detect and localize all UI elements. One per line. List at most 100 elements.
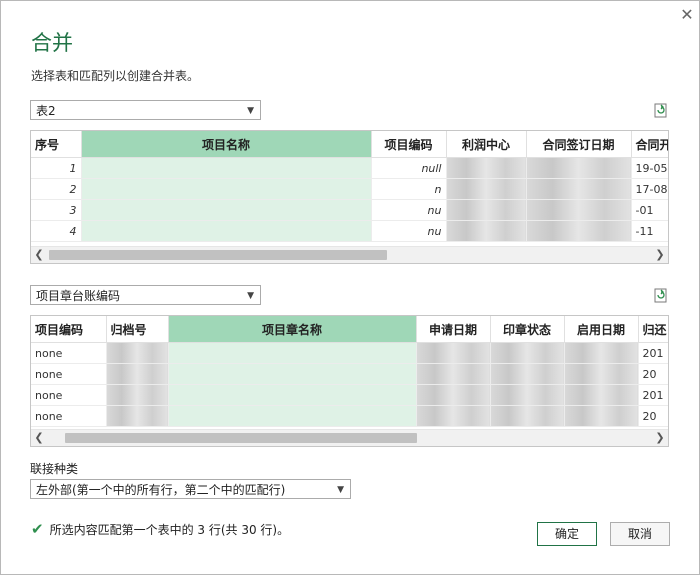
cell: 3	[31, 199, 82, 221]
blurred-cell	[106, 384, 169, 406]
column-header-selected[interactable]: 项目名称	[81, 131, 372, 158]
cell: 4	[31, 220, 82, 242]
blurred-cell	[81, 220, 372, 242]
match-status-text: 所选内容匹配第一个表中的 3 行(共 30 行)。	[49, 523, 290, 537]
column-header[interactable]: 合同签订日期	[526, 131, 632, 158]
join-kind-select[interactable]: 左外部(第一个中的所有行，第二个中的匹配行) ▼	[30, 479, 351, 499]
table1-select[interactable]: 表2 ▼	[30, 100, 261, 120]
blurred-cell	[564, 342, 639, 364]
column-header[interactable]: 申请日期	[416, 316, 491, 343]
table1-preview-grid[interactable]: 序号 项目名称 项目编码 利润中心 合同签订日期 合同开 1 null 19-0…	[30, 130, 669, 264]
blurred-cell	[168, 363, 417, 385]
dialog-subtitle: 选择表和匹配列以创建合并表。	[31, 69, 200, 83]
scroll-thumb[interactable]	[49, 250, 387, 260]
refresh-preview-icon[interactable]	[653, 286, 669, 304]
table-row[interactable]: none 201	[31, 384, 668, 406]
cell: none	[31, 384, 107, 406]
blurred-cell	[106, 405, 169, 427]
table-row[interactable]: 2 n 17-08	[31, 178, 668, 200]
cell: none	[31, 363, 107, 385]
cell: -01	[631, 199, 668, 221]
horizontal-scrollbar[interactable]: ❮ ❯	[31, 429, 668, 446]
blurred-cell	[526, 157, 632, 179]
column-header[interactable]: 项目编码	[371, 131, 447, 158]
column-header-selected[interactable]: 项目章名称	[168, 316, 417, 343]
table2-select-value: 项目章台账编码	[36, 289, 121, 303]
column-header[interactable]: 印章状态	[490, 316, 565, 343]
scroll-right-icon[interactable]: ❯	[652, 430, 668, 446]
column-header[interactable]: 归档号	[106, 316, 169, 343]
blurred-cell	[416, 342, 491, 364]
cell: nu	[371, 220, 447, 242]
table-row[interactable]: none 20	[31, 363, 668, 385]
refresh-preview-icon[interactable]	[653, 101, 669, 119]
chevron-down-icon: ▼	[337, 485, 344, 495]
cell: none	[31, 405, 107, 427]
cell: 20	[638, 405, 668, 427]
table-row[interactable]: none 201	[31, 342, 668, 364]
blurred-cell	[526, 178, 632, 200]
scroll-left-icon[interactable]: ❮	[31, 247, 47, 263]
table-row[interactable]: 1 null 19-05	[31, 157, 668, 179]
blurred-cell	[416, 384, 491, 406]
chevron-down-icon: ▼	[247, 291, 254, 301]
blurred-cell	[81, 157, 372, 179]
scroll-right-icon[interactable]: ❯	[652, 247, 668, 263]
column-header[interactable]: 启用日期	[564, 316, 639, 343]
horizontal-scrollbar[interactable]: ❮ ❯	[31, 246, 668, 263]
blurred-cell	[490, 384, 565, 406]
cell: 2	[31, 178, 82, 200]
blurred-cell	[490, 342, 565, 364]
blurred-cell	[526, 220, 632, 242]
table2-select[interactable]: 项目章台账编码 ▼	[30, 285, 261, 305]
blurred-cell	[446, 157, 527, 179]
blurred-cell	[446, 220, 527, 242]
cancel-button[interactable]: 取消	[610, 522, 670, 546]
checkmark-icon: ✔	[31, 520, 44, 538]
blurred-cell	[416, 363, 491, 385]
cell: null	[371, 157, 447, 179]
scroll-left-icon[interactable]: ❮	[31, 430, 47, 446]
join-kind-value: 左外部(第一个中的所有行，第二个中的匹配行)	[36, 483, 286, 497]
join-kind-label: 联接种类	[30, 462, 79, 476]
cell: nu	[371, 199, 447, 221]
blurred-cell	[564, 405, 639, 427]
table-row[interactable]: 3 nu -01	[31, 199, 668, 221]
blurred-cell	[446, 178, 527, 200]
close-icon[interactable]: ✕	[677, 5, 697, 25]
cell: n	[371, 178, 447, 200]
cell: 20	[638, 363, 668, 385]
blurred-cell	[490, 363, 565, 385]
blurred-cell	[526, 199, 632, 221]
table2-header-row: 项目编码 归档号 项目章名称 申请日期 印章状态 启用日期 归还	[31, 316, 668, 343]
blurred-cell	[490, 405, 565, 427]
column-header[interactable]: 合同开	[631, 131, 668, 158]
cell: 201	[638, 384, 668, 406]
blurred-cell	[81, 178, 372, 200]
cell: 201	[638, 342, 668, 364]
blurred-cell	[106, 342, 169, 364]
scroll-thumb[interactable]	[65, 433, 417, 443]
cell: none	[31, 342, 107, 364]
ok-button[interactable]: 确定	[537, 522, 597, 546]
column-header[interactable]: 归还	[638, 316, 668, 343]
cell: -11	[631, 220, 668, 242]
column-header[interactable]: 序号	[31, 131, 82, 158]
table-row[interactable]: 4 nu -11	[31, 220, 668, 242]
merge-dialog: ✕ 合并 选择表和匹配列以创建合并表。 表2 ▼ 序号 项目名称 项目编码 利润…	[0, 0, 700, 575]
cell: 1	[31, 157, 82, 179]
cell: 17-08	[631, 178, 668, 200]
blurred-cell	[168, 405, 417, 427]
column-header[interactable]: 利润中心	[446, 131, 527, 158]
blurred-cell	[446, 199, 527, 221]
table-row[interactable]: none 20	[31, 405, 668, 427]
table2-preview-grid[interactable]: 项目编码 归档号 项目章名称 申请日期 印章状态 启用日期 归还 none 20…	[30, 315, 669, 447]
blurred-cell	[564, 363, 639, 385]
blurred-cell	[168, 342, 417, 364]
blurred-cell	[564, 384, 639, 406]
blurred-cell	[168, 384, 417, 406]
match-status: ✔ 所选内容匹配第一个表中的 3 行(共 30 行)。	[31, 520, 289, 538]
table1-select-value: 表2	[36, 104, 56, 118]
blurred-cell	[106, 363, 169, 385]
column-header[interactable]: 项目编码	[31, 316, 107, 343]
